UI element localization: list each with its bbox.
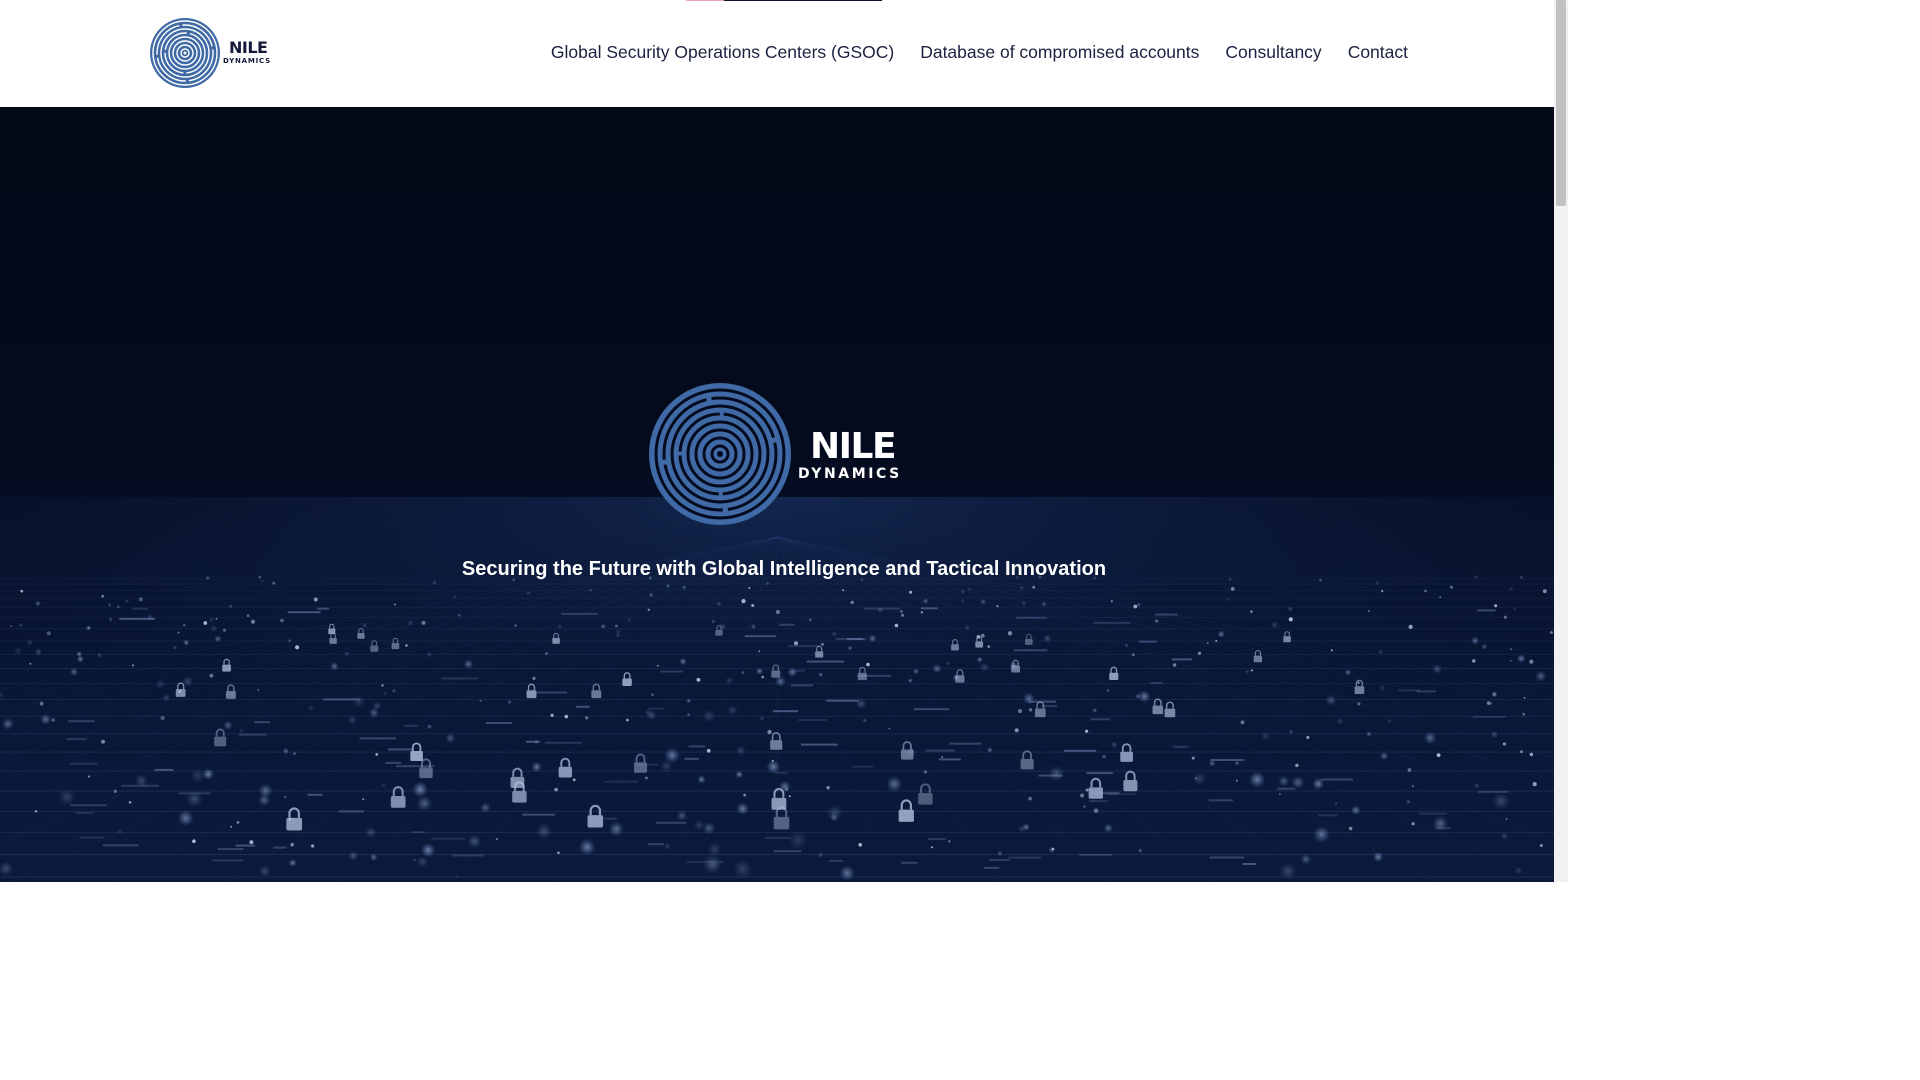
page: NILE DYNAMICS Global Security Operations… (0, 0, 1568, 882)
top-progress-accent (686, 0, 724, 1)
hero-logo-submark: DYNAMICS (798, 466, 902, 482)
header-logo-link[interactable]: NILE DYNAMICS (148, 15, 278, 91)
hero-section: NILE DYNAMICS Securing the Future with G… (0, 107, 1554, 882)
page-scrollbar[interactable] (1554, 0, 1568, 882)
top-progress-indicator (686, 0, 882, 1)
nav-link-contact[interactable]: Contact (1348, 42, 1408, 63)
nav-link-gsoc[interactable]: Global Security Operations Centers (GSOC… (551, 42, 894, 63)
hero-tagline: Securing the Future with Global Intellig… (461, 558, 1107, 580)
tree-ring-icon (649, 383, 791, 525)
nav-link-compromised-accounts[interactable]: Database of compromised accounts (920, 42, 1199, 63)
logo-wordmark: NILE (229, 38, 268, 57)
scrollbar-thumb[interactable] (1556, 0, 1566, 206)
tree-ring-icon (150, 18, 220, 88)
site-header: NILE DYNAMICS Global Security Operations… (0, 0, 1554, 107)
nav-link-consultancy[interactable]: Consultancy (1225, 42, 1321, 63)
hero-logo-wordmark: NILE (810, 426, 897, 467)
hero-logo: NILE DYNAMICS (648, 381, 908, 529)
logo-submark: DYNAMICS (223, 57, 271, 65)
main-nav: Global Security Operations Centers (GSOC… (551, 42, 1408, 63)
